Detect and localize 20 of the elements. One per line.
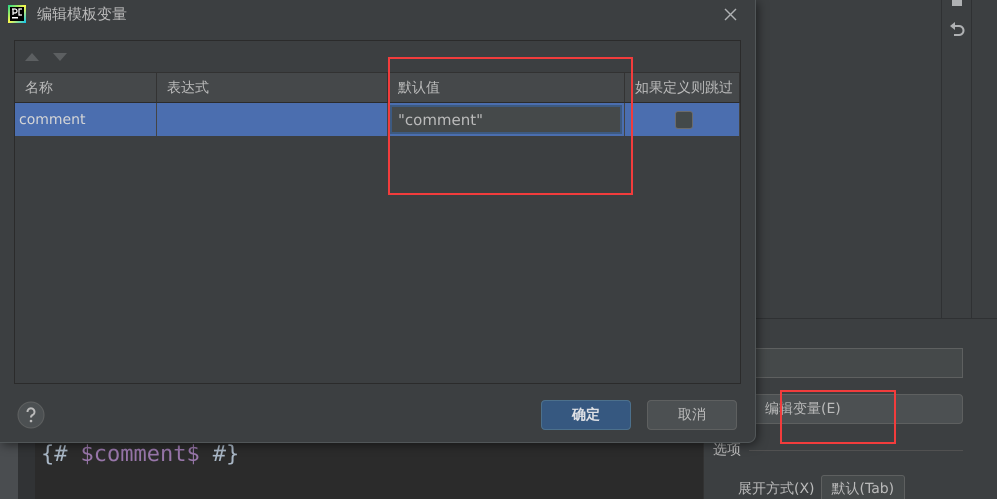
column-header[interactable]: 表达式 xyxy=(157,73,388,103)
section-title: 选项 xyxy=(713,441,741,459)
table-cell: comment xyxy=(15,103,157,136)
help-icon[interactable] xyxy=(17,401,45,429)
column-header[interactable]: 名称 xyxy=(15,73,157,103)
checkbox[interactable] xyxy=(675,110,693,128)
app-logo-icon xyxy=(8,5,26,23)
expand-dropdown[interactable]: 默认(Tab) xyxy=(820,475,906,499)
field-label: 展开方式(X) xyxy=(738,480,815,498)
toolbar-icon[interactable] xyxy=(952,0,962,6)
column-header[interactable]: 默认值 xyxy=(388,73,625,103)
cancel-button[interactable]: 取消 xyxy=(647,400,737,430)
ok-button[interactable]: 确定 xyxy=(541,400,631,430)
default-value-field[interactable]: "comment" xyxy=(390,105,622,134)
code-token: $comment$ xyxy=(80,443,200,469)
column-header[interactable]: 如果定义则跳过 xyxy=(625,73,740,103)
close-icon[interactable] xyxy=(724,8,737,20)
code-token: {# xyxy=(41,443,68,469)
code-token: #} xyxy=(212,443,240,469)
window-title: 编辑模板变量 xyxy=(37,4,127,24)
